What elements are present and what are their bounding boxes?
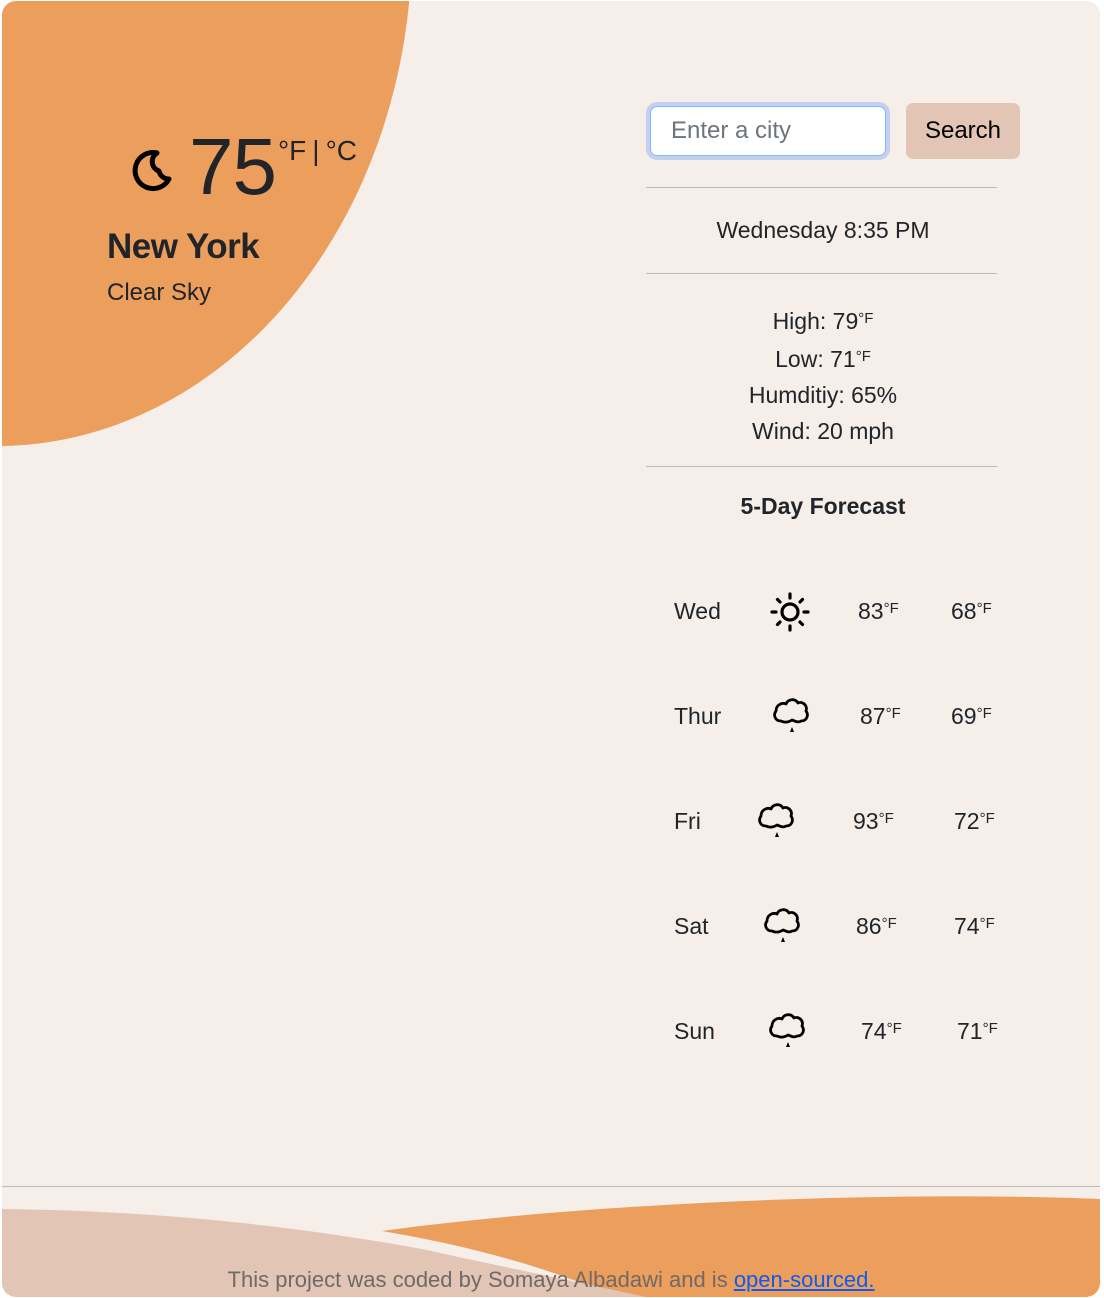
weather-stats: High: 79°F Low: 71°F Humditiy: 65% Wind:… [648, 301, 998, 449]
forecast-high: 74°F [861, 1018, 902, 1044]
celsius-link[interactable]: °C [326, 135, 357, 166]
footer-divider [2, 1186, 1100, 1187]
weather-app-card: 75 °F|°C New York Clear Sky Search Wedne… [2, 1, 1100, 1297]
forecast-day: Fri [674, 808, 701, 834]
divider [646, 187, 997, 188]
current-datetime: Wednesday 8:35 PM [716, 217, 930, 243]
high-temp: High: 79°F [772, 308, 874, 334]
rain-cloud-icon [773, 698, 809, 732]
forecast-high: 86°F [856, 913, 897, 939]
divider [646, 466, 997, 467]
forecast-low: 69°F [951, 703, 992, 729]
forecast-low: 68°F [951, 598, 992, 624]
city-search-input[interactable] [650, 106, 886, 156]
rain-cloud-icon [769, 1013, 805, 1047]
forecast-high: 87°F [860, 703, 901, 729]
wind-speed: Wind: 20 mph [752, 418, 894, 444]
footer-credit: This project was coded by Somaya Albadaw… [227, 1267, 734, 1292]
forecast-high: 93°F [853, 808, 894, 834]
forecast-row: Fri 93°F 72°F [674, 803, 1014, 848]
forecast-day: Thur [674, 703, 722, 729]
forecast-high: 83°F [858, 598, 899, 624]
forecast-row: Sun 74°F 71°F [674, 1013, 1014, 1058]
unit-separator: | [312, 135, 320, 166]
city-name: New York [107, 227, 260, 266]
humidity: Humditiy: 65% [748, 382, 898, 408]
current-temperature: 75 [189, 122, 277, 211]
fahrenheit-link[interactable]: °F [278, 135, 306, 166]
forecast-title: 5-Day Forecast [740, 493, 906, 519]
unit-toggle: °F | °C [278, 135, 357, 167]
rain-cloud-icon [758, 803, 794, 837]
forecast-day: Wed [674, 598, 721, 624]
rain-cloud-icon [764, 908, 800, 942]
moon-icon [132, 150, 172, 192]
weather-description: Clear Sky [107, 279, 212, 306]
forecast-day: Sat [674, 913, 709, 939]
forecast-row: Sat 86°F 74°F [674, 908, 1014, 953]
forecast-low: 72°F [954, 808, 995, 834]
divider [646, 273, 997, 274]
forecast-row: Wed 83°F 68°F [674, 592, 1014, 638]
footer: This project was coded by Somaya Albadaw… [2, 1267, 1100, 1293]
forecast-low: 71°F [957, 1018, 998, 1044]
search-button[interactable]: Search [906, 103, 1020, 159]
forecast-row: Thur 87°F 69°F [674, 698, 1014, 743]
open-source-link[interactable]: open-sourced. [734, 1267, 875, 1292]
sun-icon [770, 592, 810, 632]
forecast-day: Sun [674, 1018, 715, 1044]
forecast-low: 74°F [954, 913, 995, 939]
low-temp: Low: 71°F [775, 346, 871, 372]
current-weather: 75 °F | °C New York Clear Sky [107, 121, 357, 307]
search-form: Search [646, 103, 1038, 159]
